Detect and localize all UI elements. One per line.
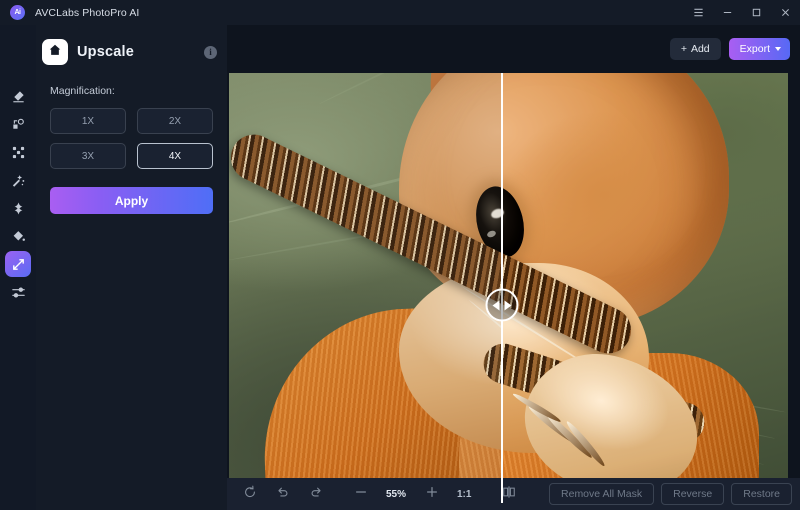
enhanced-inner: [501, 73, 788, 503]
info-icon[interactable]: i: [204, 45, 217, 59]
minus-icon: [354, 485, 368, 504]
page-title: Upscale: [77, 44, 135, 60]
remove-all-mask-button[interactable]: Remove All Mask: [549, 483, 655, 505]
canvas-toolbar: + Add Export: [227, 25, 800, 73]
sidebar-item-retouch[interactable]: [5, 167, 31, 193]
tool-rail: [0, 25, 36, 510]
apply-button[interactable]: Apply: [50, 187, 213, 214]
sidebar-item-background[interactable]: [5, 139, 31, 165]
restore-button[interactable]: Restore: [731, 483, 792, 505]
close-icon[interactable]: [771, 0, 800, 25]
plus-icon: +: [680, 43, 687, 55]
panel-body: Magnification: 1X 2X 3X 4X Apply: [36, 71, 227, 214]
mask-controls: Remove All Mask Reverse Restore: [549, 483, 792, 505]
magnification-option-3x[interactable]: 3X: [50, 143, 126, 169]
magnification-options: 1X 2X 3X 4X: [50, 108, 213, 169]
chevron-down-icon: [775, 47, 781, 51]
bottom-toolbar: 55% 1:1 Remove All Mask Reverse Restore: [227, 478, 800, 510]
home-button[interactable]: [42, 39, 68, 65]
panel-header: Upscale i: [36, 33, 227, 71]
add-button-label: Add: [690, 43, 710, 55]
enhanced-region: [501, 73, 788, 503]
object-remove-icon: [11, 117, 26, 132]
zoom-out-button[interactable]: [344, 481, 377, 507]
sidebar-item-erase[interactable]: [5, 83, 31, 109]
split-compare-icon: [502, 485, 516, 504]
sparkle-icon: [11, 201, 26, 216]
reverse-button[interactable]: Reverse: [661, 483, 725, 505]
magnification-option-1x[interactable]: 1X: [50, 108, 126, 134]
right-arrow-icon: [504, 300, 512, 310]
export-button[interactable]: Export: [728, 38, 790, 60]
left-arrow-icon: [492, 300, 500, 310]
sliders-icon: [11, 285, 26, 300]
plus-icon: [425, 485, 439, 504]
comparison-slider-handle[interactable]: [485, 288, 519, 322]
sidebar-item-adjust[interactable]: [5, 279, 31, 305]
view-controls: 55% 1:1: [227, 481, 525, 507]
hamburger-menu-icon[interactable]: [684, 0, 713, 25]
paint-bucket-icon: [11, 229, 26, 244]
reset-button[interactable]: [233, 481, 266, 507]
sidebar-item-upscale[interactable]: [5, 251, 31, 277]
expand-arrow-icon: [11, 257, 26, 272]
redo-button[interactable]: [299, 481, 332, 507]
app-logo: Ai: [10, 5, 25, 20]
sidebar-item-colorize[interactable]: [5, 223, 31, 249]
app-title: AVCLabs PhotoPro AI: [35, 6, 140, 19]
zoom-level-value: 55%: [385, 488, 406, 500]
tool-panel: Upscale i Magnification: 1X 2X 3X 4X App…: [36, 25, 227, 510]
home-icon: [48, 43, 62, 62]
undo-button[interactable]: [266, 481, 299, 507]
comparison-image[interactable]: [229, 73, 788, 503]
compare-view-button[interactable]: [492, 481, 525, 507]
window-controls: [684, 0, 800, 25]
magnification-option-4x[interactable]: 4X: [137, 143, 213, 169]
redo-arrow-icon: [309, 485, 323, 504]
sidebar-item-enhance[interactable]: [5, 195, 31, 221]
main-area: Upscale i Magnification: 1X 2X 3X 4X App…: [0, 25, 800, 510]
reset-circle-icon: [243, 485, 257, 504]
minimize-icon[interactable]: [713, 0, 742, 25]
maximize-icon[interactable]: [742, 0, 771, 25]
zoom-in-button[interactable]: [415, 481, 448, 507]
canvas-area: + Add Export 55% 1:1 Remove All Mask Rev…: [227, 25, 800, 510]
magic-wand-icon: [11, 173, 26, 188]
app-logo-text: Ai: [14, 9, 22, 16]
title-bar: Ai AVCLabs PhotoPro AI: [0, 0, 800, 25]
eraser-icon: [11, 89, 26, 104]
add-button[interactable]: + Add: [669, 38, 721, 60]
sidebar-item-object-remover[interactable]: [5, 111, 31, 137]
magnification-option-2x[interactable]: 2X: [137, 108, 213, 134]
fit-ratio-button[interactable]: 1:1: [448, 489, 480, 500]
four-dots-icon: [11, 145, 26, 160]
image-viewport[interactable]: [227, 73, 800, 503]
application-window: Ai AVCLabs PhotoPro AI Upscale i Magnifi…: [0, 0, 800, 510]
undo-arrow-icon: [276, 485, 290, 504]
magnification-label: Magnification:: [50, 85, 115, 97]
export-button-label: Export: [739, 43, 770, 55]
